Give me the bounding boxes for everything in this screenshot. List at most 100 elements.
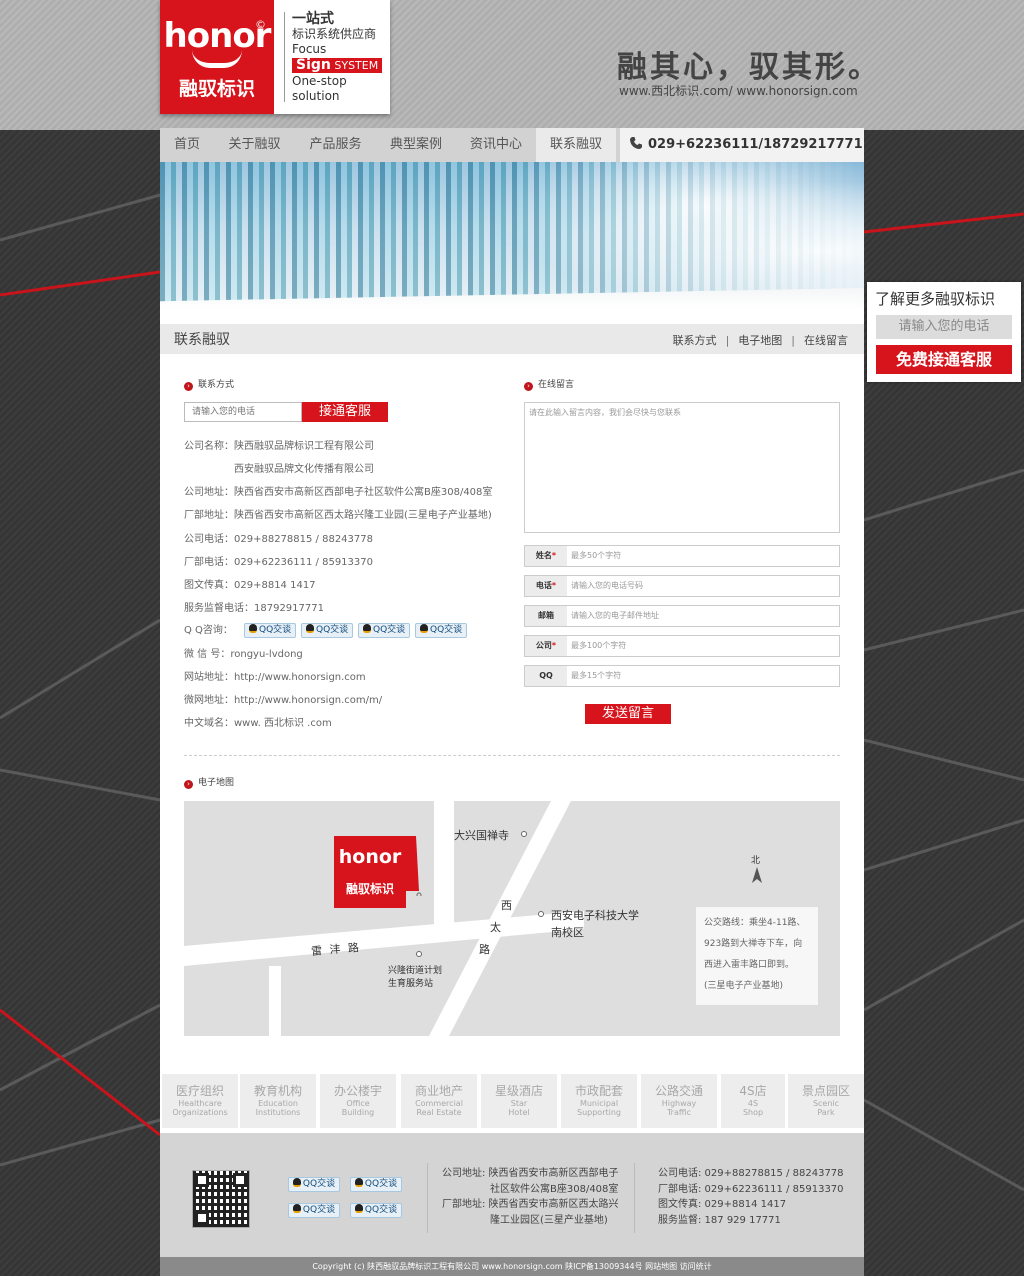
footer-phone-line: 服务监督: 187 929 17771 xyxy=(658,1214,781,1226)
field-label: 姓名* xyxy=(525,546,567,566)
info-value: 029+62236111 / 85913370 xyxy=(234,557,373,568)
category-en: Organizations xyxy=(172,1108,228,1117)
category-en: Traffic xyxy=(666,1108,692,1117)
field-label: 邮箱 xyxy=(525,606,567,626)
qq-chat-label: QQ交谈 xyxy=(259,624,292,635)
qq-chat-button[interactable]: QQ交谈 xyxy=(350,1177,402,1192)
category-en: Education xyxy=(258,1099,298,1108)
nav-cases[interactable]: 典型案例 xyxy=(376,128,456,162)
link-map[interactable]: 电子地图 xyxy=(738,334,782,347)
info-label: 厂部地址： xyxy=(184,510,234,521)
qq-icon xyxy=(292,1204,301,1213)
category-cn: 市政配套 xyxy=(574,1084,623,1098)
qq-chat-button[interactable]: QQ交谈 xyxy=(244,622,297,638)
category-healthcare[interactable]: 医疗组织 Healthcare Organizations xyxy=(162,1074,238,1128)
banner-glass-facade xyxy=(160,162,864,310)
info-label: 图文传真： xyxy=(184,580,234,591)
map-logo-brand: honor xyxy=(338,846,402,868)
qq-chat-label: QQ交谈 xyxy=(373,624,406,635)
qq-chat-label: QQ交谈 xyxy=(302,1205,336,1215)
bus-line: 923路到大禅寺下车，向 xyxy=(704,939,803,949)
message-textarea[interactable]: 请在此输入留言内容，我们会尽快与您联系 xyxy=(524,402,840,533)
footer-address-line: 社区软件公寓B座308/408室 xyxy=(490,1183,619,1195)
arrow-icon: › xyxy=(184,382,193,391)
category-municipal[interactable]: 市政配套 Municipal Supporting xyxy=(561,1074,637,1128)
footer-address: 公司地址: 陕西省西安市高新区西部电子 社区软件公寓B座308/408室 厂部地… xyxy=(442,1166,619,1228)
link-message[interactable]: 在线留言 xyxy=(804,334,848,347)
banner-image xyxy=(160,162,864,310)
footer-address-line: 隆工业园区(三星产业基地) xyxy=(490,1214,608,1226)
info-label: 中文域名： xyxy=(184,718,234,729)
info-qq: Q Q咨询： QQ交谈 QQ交谈 QQ交谈 QQ交谈 xyxy=(184,621,472,638)
map-logo-marker[interactable]: honor 融驭标识 xyxy=(334,836,406,908)
category-commercial[interactable]: 商业地产 Commercial Real Estate xyxy=(401,1074,477,1128)
info-mobile-site: 微网地址：http://www.honorsign.com/m/ xyxy=(184,691,382,706)
category-office[interactable]: 办公楼宇 Office Building xyxy=(320,1074,396,1128)
field-label: 公司* xyxy=(525,636,567,656)
message-section-heading: › 在线留言 xyxy=(524,377,574,391)
email-field[interactable]: 邮箱 请输入您的电子邮件地址 xyxy=(524,605,840,627)
qq-chat-button[interactable]: QQ交谈 xyxy=(288,1203,340,1218)
info-value: 029+8814 1417 xyxy=(234,580,316,591)
name-field[interactable]: 姓名* 最多50个字符 xyxy=(524,545,840,567)
info-value: 陕西省西安市高新区西太路兴隆工业园(三星电子产业基地) xyxy=(234,510,492,521)
field-label-text: 电话 xyxy=(535,581,552,590)
category-hotel[interactable]: 星级酒店 Star Hotel xyxy=(481,1074,557,1128)
map-label-university-campus: 南校区 xyxy=(551,926,584,939)
footer-phone-line: 图文传真: 029+8814 1417 xyxy=(658,1199,787,1210)
info-value: 陕西融驭品牌标识工程有限公司 xyxy=(234,441,374,452)
send-message-button[interactable]: 发送留言 xyxy=(585,704,671,724)
category-en: Office xyxy=(346,1099,370,1108)
category-scenic[interactable]: 景点园区 Scenic Park xyxy=(788,1074,864,1128)
map-label-temple: 大兴国禅寺 xyxy=(454,829,509,842)
qr-corner xyxy=(233,1173,247,1187)
category-en: Real Estate xyxy=(416,1108,462,1117)
nav-about[interactable]: 关于融驭 xyxy=(214,128,295,162)
side-phone-input[interactable]: 请输入您的电话 xyxy=(876,315,1012,339)
qq-chat-button[interactable]: QQ交谈 xyxy=(350,1203,402,1218)
cn-domain-link[interactable]: www. 西北标识 .com xyxy=(234,718,332,729)
phone-input[interactable]: 请输入您的电话 xyxy=(184,402,302,422)
qq-chat-button[interactable]: QQ交谈 xyxy=(301,622,354,638)
contact-section-title: 联系方式 xyxy=(198,380,235,390)
info-label: 公司名称： xyxy=(184,441,234,452)
info-value: 西安融驭品牌文化传播有限公司 xyxy=(234,464,374,475)
electronic-map[interactable]: honor 融驭标识 大兴国禅寺 西安电子科技大学 南校区 雷 沣 路 西 太 … xyxy=(184,801,840,1036)
field-placeholder: 最多15个字符 xyxy=(571,671,622,680)
footer-divider xyxy=(634,1163,635,1233)
phone-field[interactable]: 电话* 请输入您的电话号码 xyxy=(524,575,840,597)
mobile-site-link[interactable]: http://www.honorsign.com/m/ xyxy=(234,695,382,706)
copyright-bar: Copyright (c) 陕西融驭品牌标识工程有限公司 www.honorsi… xyxy=(160,1257,864,1276)
logo-divider xyxy=(284,12,285,102)
main-page: 首页 关于融驭 产品服务 典型案例 资讯中心 联系融驭 029+62236111… xyxy=(160,128,864,1276)
category-highway[interactable]: 公路交通 Highway Traffic xyxy=(641,1074,717,1128)
category-en: Commercial xyxy=(415,1099,463,1108)
call-service-button[interactable]: 接通客服 xyxy=(302,402,388,422)
side-free-call-button[interactable]: 免费接通客服 xyxy=(876,345,1012,374)
qq-chat-button[interactable]: QQ交谈 xyxy=(415,622,468,638)
nav-home[interactable]: 首页 xyxy=(160,128,214,162)
tagline-sign: Sign xyxy=(296,57,331,73)
info-fax: 图文传真：029+8814 1417 xyxy=(184,576,316,591)
category-4s-shop[interactable]: 4S店 4S Shop xyxy=(721,1074,785,1128)
arrow-icon: › xyxy=(524,382,533,391)
nav-products[interactable]: 产品服务 xyxy=(295,128,376,162)
tagline-line-2: 标识系统供应商 xyxy=(292,27,377,41)
qq-chat-button[interactable]: QQ交谈 xyxy=(288,1177,340,1192)
category-education[interactable]: 教育机构 Education Institutions xyxy=(240,1074,316,1128)
required-mark: * xyxy=(551,551,557,560)
website-link[interactable]: http://www.honorsign.com xyxy=(234,672,366,683)
qq-chat-button[interactable]: QQ交谈 xyxy=(358,622,411,638)
qq-field[interactable]: QQ 最多15个字符 xyxy=(524,665,840,687)
logo[interactable]: © honor 融驭标识 xyxy=(160,0,274,114)
separator: | xyxy=(725,334,730,347)
logo-block[interactable]: © honor 融驭标识 一站式 标识系统供应商 Focus Sign SYST… xyxy=(160,0,390,114)
nav-news[interactable]: 资讯中心 xyxy=(456,128,536,162)
section-links: 联系方式 | 电子地图 | 在线留言 xyxy=(673,332,848,348)
qq-icon xyxy=(292,1178,301,1187)
nav-contact[interactable]: 联系融驭 xyxy=(536,128,616,162)
info-wechat: 微 信 号：rongyu-lvdong xyxy=(184,645,303,660)
company-field[interactable]: 公司* 最多100个字符 xyxy=(524,635,840,657)
field-label-text: QQ xyxy=(539,671,553,680)
link-contact-info[interactable]: 联系方式 xyxy=(673,334,717,347)
